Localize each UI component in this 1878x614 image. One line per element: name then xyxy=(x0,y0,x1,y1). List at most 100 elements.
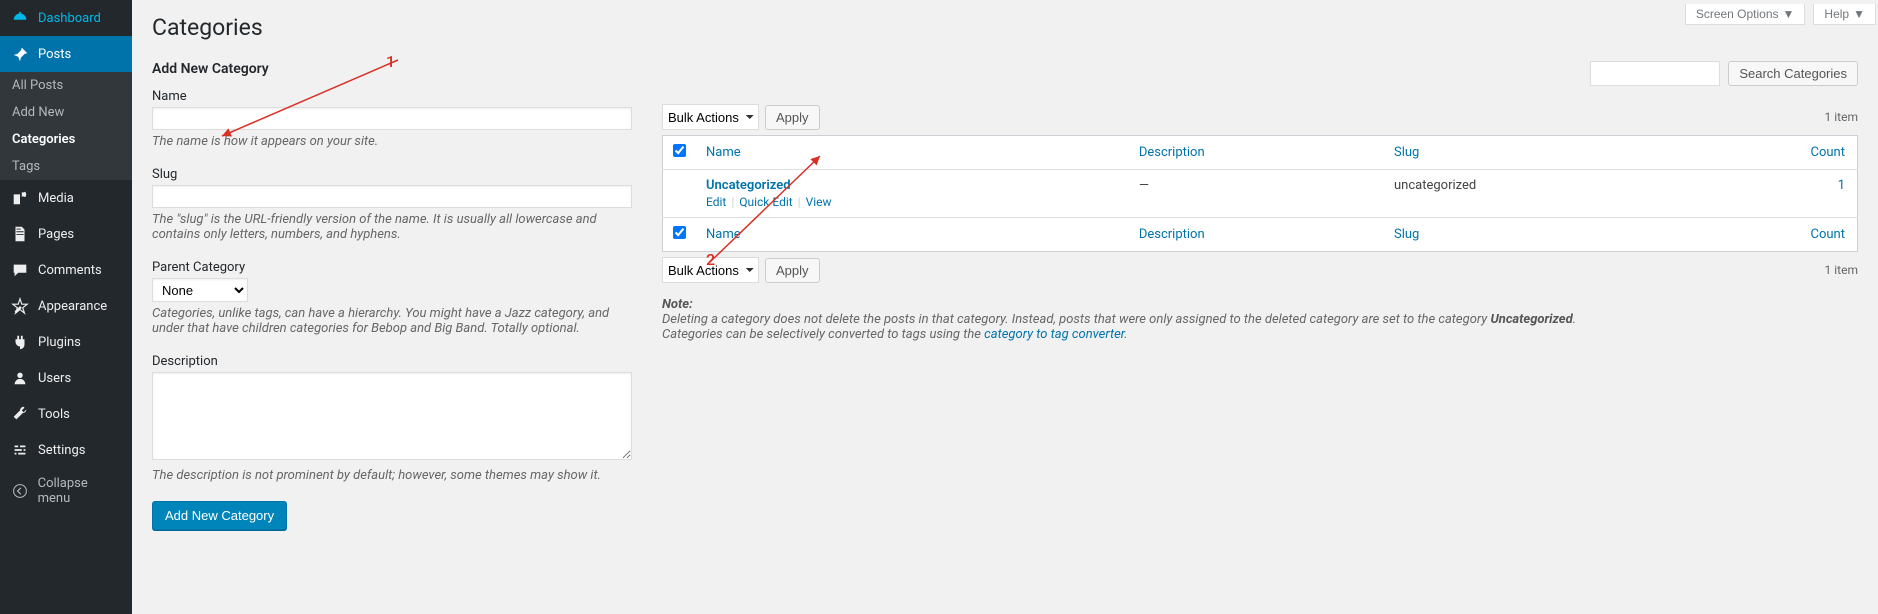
collapse-icon xyxy=(10,481,30,501)
note-block: Note: Deleting a category does not delet… xyxy=(662,297,1858,342)
collapse-label: Collapse menu xyxy=(38,476,122,506)
category-description: — xyxy=(1129,170,1384,218)
sidebar-item-users[interactable]: Users xyxy=(0,360,132,396)
pages-icon xyxy=(10,224,30,244)
description-textarea[interactable] xyxy=(152,372,632,460)
note-line1a: Deleting a category does not delete the … xyxy=(662,312,1490,327)
screen-meta: Screen Options ▼ Help ▼ xyxy=(1683,0,1878,29)
sidebar-sub-all-posts[interactable]: All Posts xyxy=(0,72,132,99)
sidebar-item-settings[interactable]: Settings xyxy=(0,432,132,468)
sidebar-label: Settings xyxy=(38,443,85,458)
sidebar-label: Users xyxy=(38,371,71,386)
categories-list-panel: Search Categories Bulk Actions Apply 1 i… xyxy=(662,61,1858,530)
name-input[interactable] xyxy=(152,107,632,130)
settings-icon xyxy=(10,440,30,460)
slug-description: The "slug" is the URL-friendly version o… xyxy=(152,212,632,242)
col-description-foot: Description xyxy=(1129,218,1384,252)
description-description: The description is not prominent by defa… xyxy=(152,468,632,483)
note-line2b: . xyxy=(1124,327,1127,342)
parent-select[interactable]: None xyxy=(152,278,248,302)
bulk-actions-select-bottom[interactable]: Bulk Actions xyxy=(662,257,759,283)
slug-label: Slug xyxy=(152,167,632,182)
sidebar-item-posts[interactable]: Posts xyxy=(0,36,132,72)
admin-sidebar: Dashboard Posts All Posts Add New Catego… xyxy=(0,0,132,614)
col-count: Count xyxy=(1688,136,1857,170)
select-all-bottom[interactable] xyxy=(673,226,686,239)
quick-edit-link[interactable]: Quick Edit xyxy=(739,195,792,209)
sidebar-label: Posts xyxy=(38,47,71,62)
tools-icon xyxy=(10,404,30,424)
sidebar-item-pages[interactable]: Pages xyxy=(0,216,132,252)
help-label: Help xyxy=(1824,7,1849,21)
note-line2a: Categories can be selectively converted … xyxy=(662,327,984,342)
note-line1c: . xyxy=(1573,312,1576,327)
screen-options-button[interactable]: Screen Options ▼ xyxy=(1685,4,1806,25)
plugins-icon xyxy=(10,332,30,352)
users-icon xyxy=(10,368,30,388)
sidebar-item-comments[interactable]: Comments xyxy=(0,252,132,288)
sidebar-label: Media xyxy=(38,191,74,206)
col-slug: Slug xyxy=(1384,136,1688,170)
name-label: Name xyxy=(152,89,632,104)
search-categories-button[interactable]: Search Categories xyxy=(1728,61,1858,86)
name-description: The name is how it appears on your site. xyxy=(152,134,632,149)
sidebar-label: Dashboard xyxy=(38,11,101,26)
sidebar-label: Pages xyxy=(38,227,74,242)
table-row: Uncategorized Edit | Quick Edit | View —… xyxy=(663,170,1858,218)
edit-link[interactable]: Edit xyxy=(706,195,726,209)
select-all-top[interactable] xyxy=(673,144,686,157)
collapse-menu[interactable]: Collapse menu xyxy=(0,468,132,514)
items-count-bottom: 1 item xyxy=(1825,263,1858,277)
note-label: Note: xyxy=(662,297,693,312)
parent-description: Categories, unlike tags, can have a hier… xyxy=(152,306,632,336)
add-category-form: Add New Category Name The name is how it… xyxy=(152,61,632,530)
media-icon xyxy=(10,188,30,208)
category-slug: uncategorized xyxy=(1384,170,1688,218)
comments-icon xyxy=(10,260,30,280)
pin-icon xyxy=(10,44,30,64)
col-count-foot: Count xyxy=(1688,218,1857,252)
sidebar-sub-categories[interactable]: Categories xyxy=(0,126,132,153)
row-actions: Edit | Quick Edit | View xyxy=(706,195,1119,209)
category-name-link[interactable]: Uncategorized xyxy=(706,178,791,193)
help-button[interactable]: Help ▼ xyxy=(1813,4,1876,25)
search-input[interactable] xyxy=(1590,61,1720,86)
sidebar-item-dashboard[interactable]: Dashboard xyxy=(0,0,132,36)
slug-input[interactable] xyxy=(152,185,632,208)
sidebar-sub-add-new[interactable]: Add New xyxy=(0,99,132,126)
page-title: Categories xyxy=(152,14,1858,41)
sidebar-label: Comments xyxy=(38,263,102,278)
col-name-foot: Name xyxy=(696,218,1129,252)
chevron-down-icon: ▼ xyxy=(1783,7,1795,21)
appearance-icon xyxy=(10,296,30,316)
bulk-actions-select-top[interactable]: Bulk Actions xyxy=(662,104,759,130)
apply-button-bottom[interactable]: Apply xyxy=(765,258,820,283)
parent-label: Parent Category xyxy=(152,260,632,275)
col-name: Name xyxy=(696,136,1129,170)
sidebar-item-plugins[interactable]: Plugins xyxy=(0,324,132,360)
note-uncategorized: Uncategorized xyxy=(1490,312,1572,327)
items-count-top: 1 item xyxy=(1825,110,1858,124)
sidebar-item-appearance[interactable]: Appearance xyxy=(0,288,132,324)
form-heading: Add New Category xyxy=(152,61,632,77)
sidebar-item-tools[interactable]: Tools xyxy=(0,396,132,432)
sidebar-item-media[interactable]: Media xyxy=(0,180,132,216)
sidebar-label: Appearance xyxy=(38,299,107,314)
dashboard-icon xyxy=(10,8,30,28)
main-content: Screen Options ▼ Help ▼ Categories Add N… xyxy=(132,0,1878,570)
sidebar-label: Plugins xyxy=(38,335,81,350)
sidebar-sub-tags[interactable]: Tags xyxy=(0,153,132,180)
categories-table: Name Description Slug Count Uncategorize… xyxy=(662,135,1858,252)
add-category-button[interactable]: Add New Category xyxy=(152,501,287,530)
view-link[interactable]: View xyxy=(806,195,832,209)
chevron-down-icon: ▼ xyxy=(1853,7,1865,21)
apply-button-top[interactable]: Apply xyxy=(765,105,820,130)
description-label: Description xyxy=(152,354,632,369)
col-slug-foot: Slug xyxy=(1384,218,1688,252)
sidebar-label: Tools xyxy=(38,407,70,422)
screen-options-label: Screen Options xyxy=(1696,7,1779,21)
category-tag-converter-link[interactable]: category to tag converter xyxy=(984,327,1124,342)
category-count-link[interactable]: 1 xyxy=(1838,178,1845,193)
posts-submenu: All Posts Add New Categories Tags xyxy=(0,72,132,180)
col-description: Description xyxy=(1129,136,1384,170)
